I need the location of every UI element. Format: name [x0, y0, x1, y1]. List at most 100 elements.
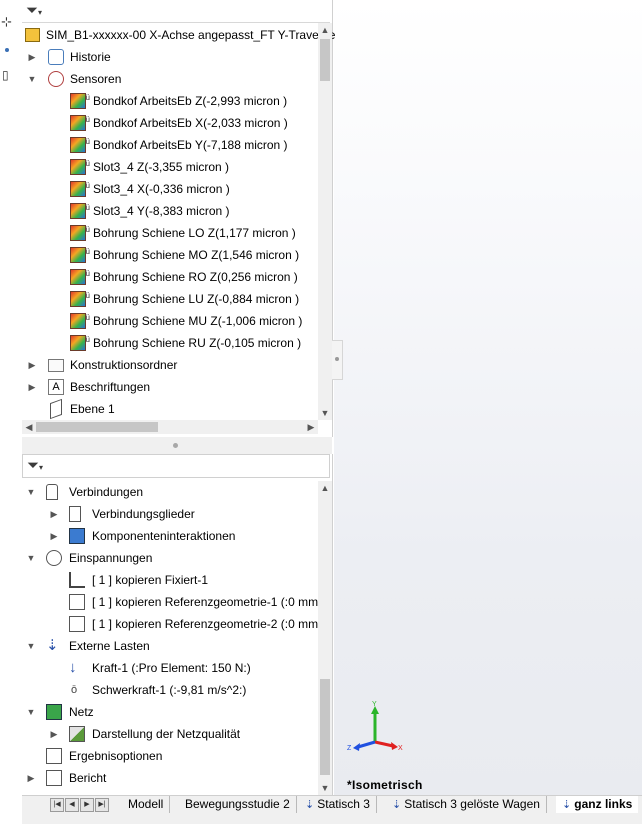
panel-collapse-handle[interactable]	[332, 340, 343, 380]
sensor-item[interactable]: Bondkof ArbeitsEb Y(-7,188 micron )	[22, 131, 322, 156]
graphics-viewport[interactable]	[334, 0, 642, 795]
tree-item-mesh[interactable]: ▼ Netz	[22, 701, 322, 723]
sensor-icon	[70, 329, 90, 351]
collapse-arrow-icon[interactable]: ▼	[26, 481, 36, 503]
connections-icon	[46, 484, 58, 500]
sensor-item[interactable]: Bohrung Schiene RO Z(0,256 micron )	[22, 263, 322, 288]
scroll-thumb[interactable]	[320, 679, 330, 775]
bolt-icon	[69, 506, 81, 522]
tree-item-result-options[interactable]: Ergebnisoptionen	[22, 745, 322, 767]
tree-filter-bar: ⏷▾	[22, 0, 330, 23]
expand-arrow-icon[interactable]: ▶	[27, 376, 37, 398]
tree-item-fixed[interactable]: [ 1 ] kopieren Fixiert-1	[22, 569, 322, 591]
sensor-item[interactable]: Slot3_4 Z(-3,355 micron )	[22, 153, 322, 178]
triad-z-label: Z	[347, 745, 352, 752]
force-arrow-icon: ↓	[69, 659, 77, 676]
triad-mini-icon[interactable]: ⊹	[1, 14, 12, 30]
expand-arrow-icon[interactable]: ▶	[49, 723, 59, 745]
tree-item-ref-geometry[interactable]: [ 1 ] kopieren Referenzgeometrie-2 (:0 m…	[22, 613, 322, 635]
bottom-tree-vertical-scrollbar[interactable]: ▲ ▼	[318, 481, 332, 795]
triad-z-arrowhead	[353, 743, 360, 751]
tab-ganz-links[interactable]: ⇣ ganz links	[556, 796, 639, 813]
tab-static-3[interactable]: ⇣ Statisch 3	[299, 796, 377, 813]
plane-icon	[50, 398, 62, 420]
sensor-item[interactable]: Bohrung Schiene LO Z(1,177 micron )	[22, 219, 322, 244]
scroll-right-icon[interactable]: ▶	[304, 420, 318, 434]
tab-static-3-released-carriage[interactable]: ⇣ Statisch 3 gelöste Wagen	[386, 796, 547, 813]
tree-item-component-interactions[interactable]: ▶ Komponenteninteraktionen	[22, 525, 322, 547]
sensor-icon	[70, 131, 90, 153]
scroll-thumb[interactable]	[320, 39, 330, 81]
mesh-icon	[46, 704, 62, 720]
sensor-icon	[70, 153, 90, 175]
prev-tab-icon[interactable]: ◀	[65, 798, 79, 812]
collapse-arrow-icon[interactable]: ▼	[27, 68, 37, 90]
tree-root[interactable]: SIM_B1-xxxxxx-00 X-Achse angepasst_FT Y-…	[22, 24, 335, 46]
triad-x-axis	[374, 740, 394, 748]
expand-arrow-icon[interactable]: ▶	[49, 503, 59, 525]
sensor-item[interactable]: Bondkof ArbeitsEb X(-2,033 micron )	[22, 109, 322, 134]
sensor-item[interactable]: Slot3_4 X(-0,336 micron )	[22, 175, 322, 200]
scroll-down-icon[interactable]: ▼	[318, 781, 332, 795]
tree-item-mesh-quality[interactable]: ▶ Darstellung der Netzqualität	[22, 723, 322, 745]
component-icon[interactable]: ▯	[2, 68, 9, 82]
tree-filter-bar: ⏷▾	[22, 454, 330, 478]
fixture-icon	[46, 550, 62, 566]
collapse-arrow-icon[interactable]: ▼	[26, 635, 36, 657]
view-orientation-label: *Isometrisch	[347, 778, 423, 792]
tab-motion-study-2[interactable]: Bewegungsstudie 2	[179, 796, 297, 813]
feature-tree-panel: ⏷▾ SIM_B1-xxxxxx-00 X-Achse angepasst_FT…	[22, 0, 335, 437]
sensor-item[interactable]: Bohrung Schiene MO Z(1,546 micron )	[22, 241, 322, 266]
collapse-arrow-icon[interactable]: ▼	[26, 701, 36, 723]
interaction-icon	[69, 528, 85, 544]
scroll-down-icon[interactable]: ▼	[318, 406, 332, 420]
sensor-item[interactable]: Slot3_4 Y(-8,383 micron )	[22, 197, 322, 222]
study-tab-bar: |◀ ◀ ▶ ▶| Modell Bewegungsstudie 2 ⇣ Sta…	[22, 795, 642, 824]
expand-arrow-icon[interactable]: ▶	[27, 46, 37, 68]
filter-icon[interactable]: ⏷▾	[27, 457, 49, 475]
study-icon: ⇣	[562, 799, 575, 811]
tree-item-annotations[interactable]: ▶ A Beschriftungen	[22, 376, 322, 398]
tree-item-plane[interactable]: Ebene 1	[22, 398, 322, 420]
tree-item-fixtures[interactable]: ▼ Einspannungen	[22, 547, 322, 569]
splitter-grip-icon	[173, 443, 178, 448]
sensor-icon	[70, 109, 90, 131]
tree-item-gravity[interactable]: ō Schwerkraft-1 (:-9,81 m/s^2:)	[22, 679, 322, 701]
sensor-item[interactable]: Bohrung Schiene LU Z(-0,884 micron )	[22, 285, 322, 310]
panel-splitter[interactable]	[22, 437, 332, 454]
tree-item-connectors[interactable]: ▶ Verbindungsglieder	[22, 503, 322, 525]
tree-item-construction-folder[interactable]: ▶ Konstruktionsordner	[22, 354, 322, 376]
first-tab-icon[interactable]: |◀	[50, 798, 64, 812]
scroll-thumb[interactable]	[36, 422, 158, 432]
tree-item-force[interactable]: ↓ Kraft-1 (:Pro Element: 150 N:)	[22, 657, 322, 679]
tree-item-sensors[interactable]: ▼ Sensoren	[22, 68, 322, 90]
tree-item-ref-geometry[interactable]: [ 1 ] kopieren Referenzgeometrie-1 (:0 m…	[22, 591, 322, 613]
folder-icon	[48, 359, 64, 372]
expand-arrow-icon[interactable]: ▶	[49, 525, 59, 547]
sensor-icon	[70, 307, 90, 329]
triad-z-axis	[357, 740, 376, 749]
scroll-left-icon[interactable]: ◀	[22, 420, 36, 434]
expand-arrow-icon[interactable]: ▶	[27, 354, 37, 376]
fixed-icon	[69, 572, 85, 588]
tree-item-history[interactable]: ▶ Historie	[22, 46, 322, 68]
scroll-up-icon[interactable]: ▲	[318, 23, 332, 37]
sensor-icon	[70, 175, 90, 197]
mesh-quality-icon	[69, 726, 85, 742]
tab-model[interactable]: Modell	[122, 796, 171, 813]
sensor-item[interactable]: Bohrung Schiene RU Z(-0,105 micron )	[22, 329, 322, 354]
filter-icon[interactable]: ⏷▾	[26, 2, 48, 20]
tree-item-external-loads[interactable]: ▼ ⇣ Externe Lasten	[22, 635, 322, 657]
sensor-item[interactable]: Bohrung Schiene MU Z(-1,006 micron )	[22, 307, 322, 332]
tree-item-report[interactable]: ▶ Bericht	[22, 767, 322, 789]
scroll-up-icon[interactable]: ▲	[318, 481, 332, 495]
top-tree-horizontal-scrollbar[interactable]: ◀ ▶	[22, 420, 318, 434]
collapse-arrow-icon[interactable]: ▼	[26, 547, 36, 569]
sensor-item[interactable]: Bondkof ArbeitsEb Z(-2,993 micron )	[22, 87, 322, 112]
next-tab-icon[interactable]: ▶	[80, 798, 94, 812]
last-tab-icon[interactable]: ▶|	[95, 798, 109, 812]
expand-arrow-icon[interactable]: ▶	[26, 767, 36, 789]
top-tree-vertical-scrollbar[interactable]: ▲ ▼	[318, 23, 332, 420]
ref-geometry-icon	[69, 594, 85, 610]
tree-item-connections[interactable]: ▼ Verbindungen	[22, 481, 322, 503]
